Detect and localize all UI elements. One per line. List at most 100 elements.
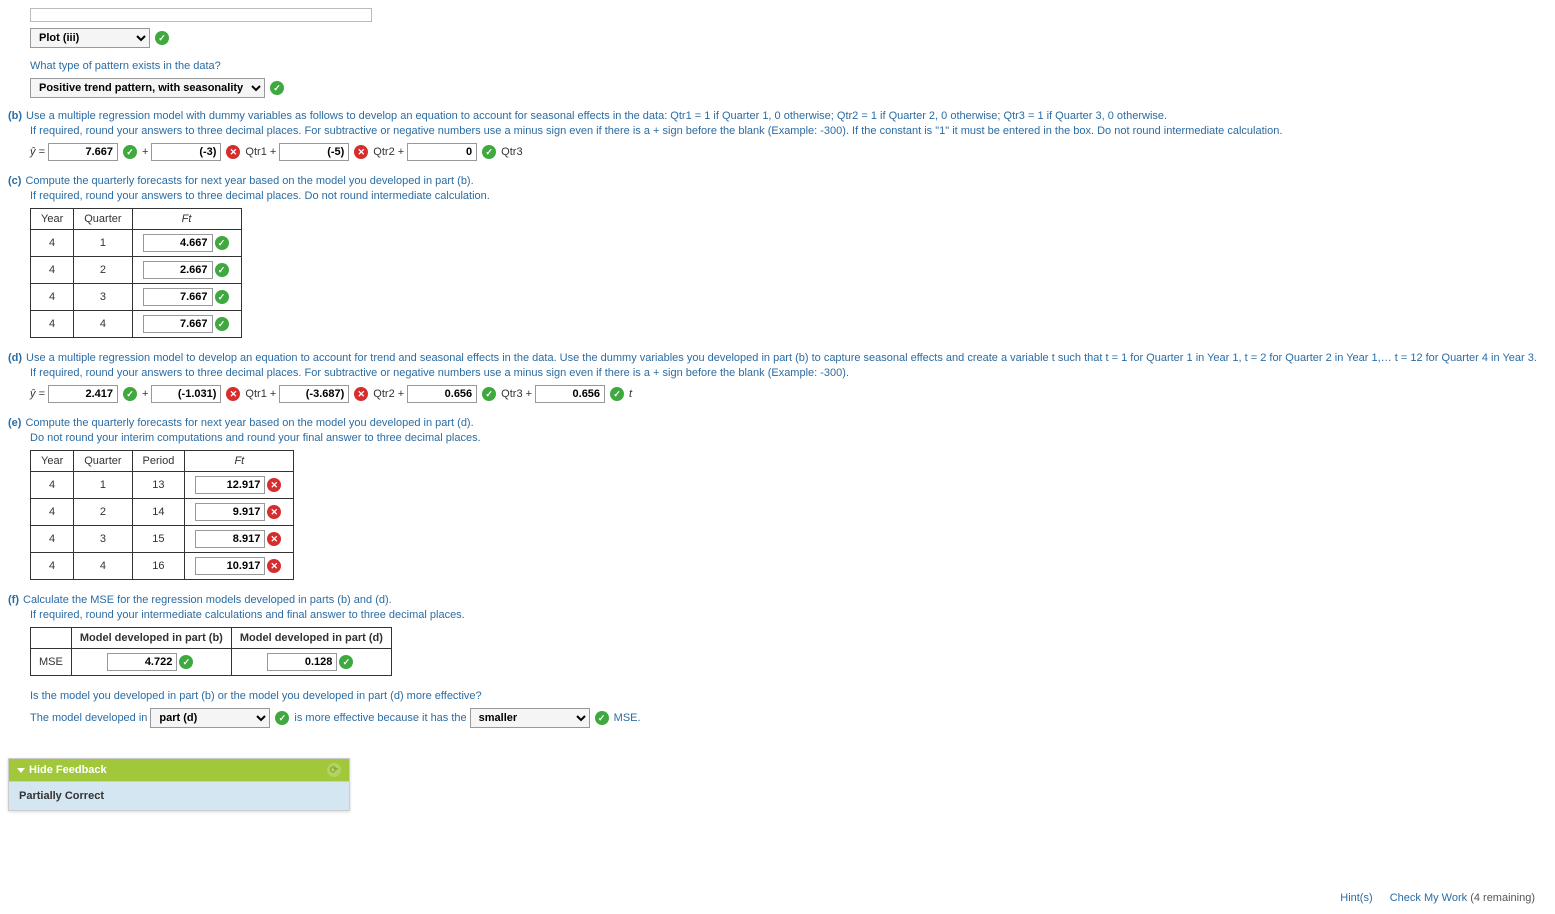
part-b-prompt: Use a multiple regression model with dum… <box>26 110 1167 122</box>
forecast-input[interactable] <box>195 503 265 521</box>
mse-table: Model developed in part (b) Model develo… <box>30 627 392 676</box>
pattern-question: What type of pattern exists in the data? <box>30 60 1547 72</box>
plot-placeholder <box>30 8 372 22</box>
table-row: 44 <box>31 311 242 338</box>
plus: + <box>142 146 148 158</box>
feedback-panel: Hide Feedback ⟳ Partially Correct <box>8 758 350 811</box>
correct-icon <box>215 290 229 304</box>
forecast-table-e: Year Quarter Period Ft 4113 4214 4315 44… <box>30 450 294 580</box>
feedback-status: Partially Correct <box>9 781 349 810</box>
row-mse-label: MSE <box>31 649 72 676</box>
incorrect-icon <box>267 559 281 573</box>
table-row: 4214 <box>31 499 294 526</box>
part-c-label: (c) <box>8 175 21 187</box>
d-intercept-input[interactable] <box>48 385 118 403</box>
qtr3-label: Qtr3 + <box>501 388 532 400</box>
table-row: 4315 <box>31 526 294 553</box>
qtr1-label: Qtr1 + <box>245 388 276 400</box>
correct-icon <box>123 145 137 159</box>
col-quarter: Quarter <box>74 209 132 230</box>
plot-select[interactable]: Plot (iii) <box>30 28 150 48</box>
refresh-icon[interactable]: ⟳ <box>327 763 341 777</box>
col-ft: Ft <box>132 209 241 230</box>
col-quarter: Quarter <box>74 451 132 472</box>
size-select[interactable]: smaller <box>470 708 590 728</box>
part-d-prompt: Use a multiple regression model to devel… <box>26 352 1537 364</box>
feedback-title: Hide Feedback <box>29 764 107 776</box>
qtr1-label: Qtr1 + <box>245 146 276 158</box>
b-coef3-input[interactable] <box>407 143 477 161</box>
part-c-note: If required, round your answers to three… <box>30 190 1547 202</box>
part-f-question: Is the model you developed in part (b) o… <box>30 690 1547 702</box>
qtr2-label: Qtr2 + <box>373 388 404 400</box>
forecast-input[interactable] <box>195 476 265 494</box>
correct-icon <box>610 387 624 401</box>
table-row: 42 <box>31 257 242 284</box>
correct-icon <box>123 387 137 401</box>
incorrect-icon <box>267 505 281 519</box>
chevron-down-icon <box>17 768 25 773</box>
d-coef2-input[interactable] <box>279 385 349 403</box>
correct-icon <box>155 31 169 45</box>
part-b-label: (b) <box>8 110 22 122</box>
yhat-label: ŷ = <box>30 146 45 158</box>
incorrect-icon <box>267 532 281 546</box>
correct-icon <box>339 655 353 669</box>
mse-d-input[interactable] <box>267 653 337 671</box>
b-coef2-input[interactable] <box>279 143 349 161</box>
correct-icon <box>275 711 289 725</box>
forecast-input[interactable] <box>143 288 213 306</box>
check-my-work-link[interactable]: Check My Work (4 remaining) <box>1390 892 1535 904</box>
col-year: Year <box>31 209 74 230</box>
part-b-note: If required, round your answers to three… <box>30 125 1547 137</box>
forecast-input[interactable] <box>195 530 265 548</box>
incorrect-icon <box>267 478 281 492</box>
table-row: 43 <box>31 284 242 311</box>
incorrect-icon <box>354 387 368 401</box>
table-row: 4416 <box>31 553 294 580</box>
t-label: t <box>629 388 632 400</box>
part-f-note: If required, round your intermediate cal… <box>30 609 1547 621</box>
correct-icon <box>179 655 193 669</box>
forecast-input[interactable] <box>195 557 265 575</box>
col-ft: Ft <box>185 451 294 472</box>
feedback-header-toggle[interactable]: Hide Feedback ⟳ <box>9 759 349 781</box>
conclusion-mid: is more effective because it has the <box>294 712 466 724</box>
mse-b-input[interactable] <box>107 653 177 671</box>
d-coef3-input[interactable] <box>407 385 477 403</box>
part-e-prompt: Compute the quarterly forecasts for next… <box>25 417 473 429</box>
correct-icon <box>215 317 229 331</box>
part-e-label: (e) <box>8 417 21 429</box>
d-coef4-input[interactable] <box>535 385 605 403</box>
pattern-select[interactable]: Positive trend pattern, with seasonality <box>30 78 265 98</box>
incorrect-icon <box>226 387 240 401</box>
part-f-prompt: Calculate the MSE for the regression mod… <box>23 594 392 606</box>
qtr3-label: Qtr3 <box>501 146 522 158</box>
part-d-label: (d) <box>8 352 22 364</box>
col-model-b: Model developed in part (b) <box>71 628 231 649</box>
correct-icon <box>482 145 496 159</box>
table-row: 41 <box>31 230 242 257</box>
b-coef1-input[interactable] <box>151 143 221 161</box>
hints-link[interactable]: Hint(s) <box>1340 892 1372 904</box>
forecast-input[interactable] <box>143 234 213 252</box>
col-model-d: Model developed in part (d) <box>231 628 391 649</box>
forecast-input[interactable] <box>143 261 213 279</box>
part-c-prompt: Compute the quarterly forecasts for next… <box>25 175 473 187</box>
col-year: Year <box>31 451 74 472</box>
b-intercept-input[interactable] <box>48 143 118 161</box>
col-period: Period <box>132 451 185 472</box>
model-select[interactable]: part (d) <box>150 708 270 728</box>
qtr2-label: Qtr2 + <box>373 146 404 158</box>
incorrect-icon <box>226 145 240 159</box>
part-f-label: (f) <box>8 594 19 606</box>
correct-icon <box>215 263 229 277</box>
yhat-label: ŷ = <box>30 388 45 400</box>
incorrect-icon <box>354 145 368 159</box>
forecast-input[interactable] <box>143 315 213 333</box>
correct-icon <box>482 387 496 401</box>
footer-links: Hint(s) Check My Work (4 remaining) <box>1326 892 1535 904</box>
part-e-note: Do not round your interim computations a… <box>30 432 1547 444</box>
conclusion-pre: The model developed in <box>30 712 147 724</box>
d-coef1-input[interactable] <box>151 385 221 403</box>
